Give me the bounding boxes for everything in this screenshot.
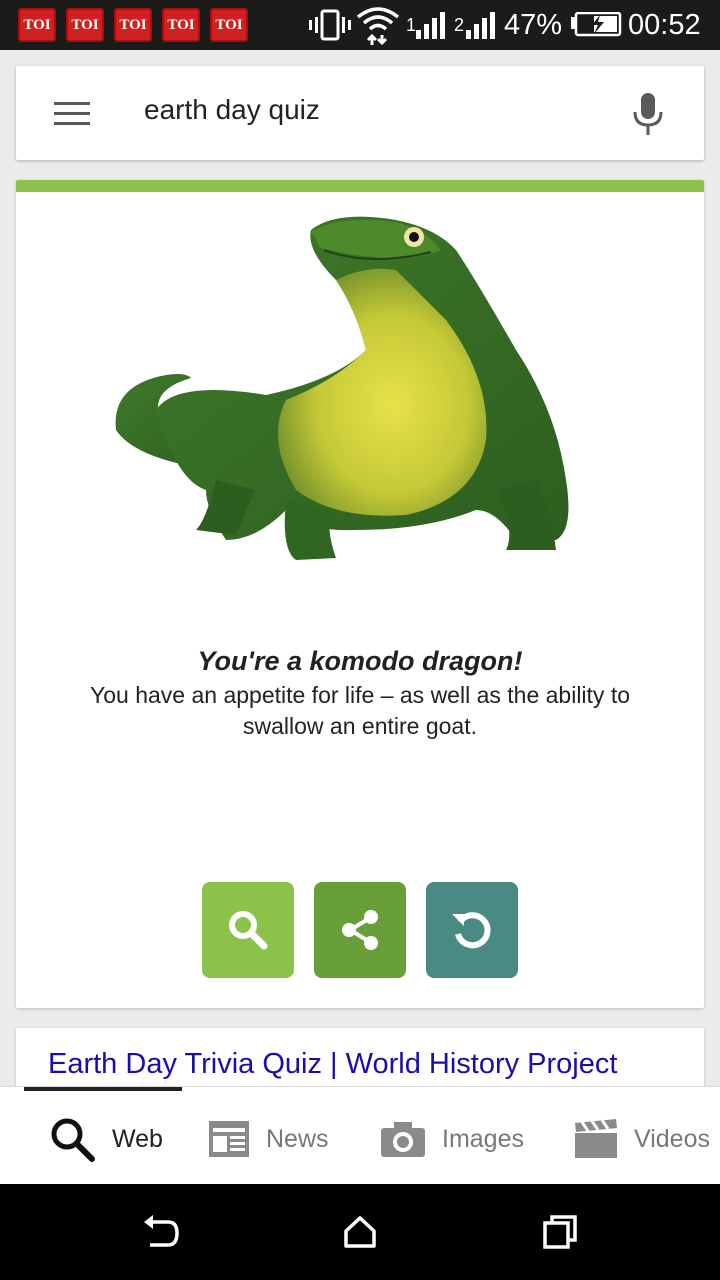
tab-images[interactable]: Images — [380, 1111, 524, 1167]
toi-notification-icon: TOI — [66, 8, 104, 42]
back-icon — [144, 1215, 179, 1247]
tab-label: Web — [112, 1124, 163, 1153]
toi-notification-icon: TOI — [162, 8, 200, 42]
tab-label: News — [266, 1124, 329, 1153]
result-title: You're a komodo dragon! — [197, 646, 523, 676]
search-icon — [51, 1118, 95, 1162]
newspaper-icon — [209, 1121, 249, 1157]
search-tabs: Web News Images Videos — [0, 1086, 720, 1184]
active-tab-indicator — [24, 1087, 182, 1091]
card-accent-bar — [16, 180, 704, 192]
back-button[interactable] — [136, 1208, 184, 1256]
signal-sim2-icon — [466, 0, 498, 50]
recents-button[interactable] — [536, 1208, 584, 1256]
quiz-result-card: You're a komodo dragon! You have an appe… — [16, 180, 704, 1008]
replay-button[interactable] — [426, 882, 518, 978]
search-result-link[interactable]: Earth Day Trivia Quiz | World History Pr… — [48, 1048, 617, 1081]
toi-notification-icon: TOI — [18, 8, 56, 42]
tab-news[interactable]: News — [208, 1111, 329, 1167]
vibrate-icon — [308, 0, 352, 50]
tab-label: Images — [442, 1124, 524, 1153]
result-description: You have an appetite for life – as well … — [90, 682, 630, 739]
signal-sim1-icon — [416, 0, 448, 50]
camera-icon — [381, 1122, 425, 1157]
home-button[interactable] — [336, 1208, 384, 1256]
microphone-icon[interactable] — [630, 92, 666, 136]
tab-label: Videos — [634, 1124, 710, 1153]
wifi-icon — [356, 0, 400, 50]
status-bar: TOI TOI TOI TOI TOI 1 2 47% 00:52 — [0, 0, 720, 50]
search-icon — [229, 911, 268, 950]
search-input[interactable]: earth day quiz — [144, 94, 320, 126]
sim1-label: 1 — [406, 14, 417, 35]
sim2-label: 2 — [454, 14, 465, 35]
komodo-dragon-illustration — [115, 216, 569, 560]
tab-web[interactable]: Web — [48, 1111, 163, 1167]
home-icon — [344, 1216, 376, 1248]
recents-icon — [543, 1215, 577, 1249]
share-button[interactable] — [314, 882, 406, 978]
clapperboard-icon — [575, 1119, 617, 1158]
toi-notification-icon: TOI — [114, 8, 152, 42]
search-bar: earth day quiz — [16, 66, 704, 160]
replay-icon — [452, 912, 491, 949]
battery-percentage: 47% — [504, 8, 563, 41]
share-icon — [342, 910, 378, 950]
toi-notification-icon: TOI — [210, 8, 248, 42]
battery-charging-icon — [570, 0, 622, 50]
search-button[interactable] — [202, 882, 294, 978]
clock: 00:52 — [628, 8, 701, 41]
navigation-bar — [0, 1184, 720, 1280]
menu-icon[interactable] — [54, 102, 90, 126]
tab-videos[interactable]: Videos — [574, 1111, 710, 1167]
